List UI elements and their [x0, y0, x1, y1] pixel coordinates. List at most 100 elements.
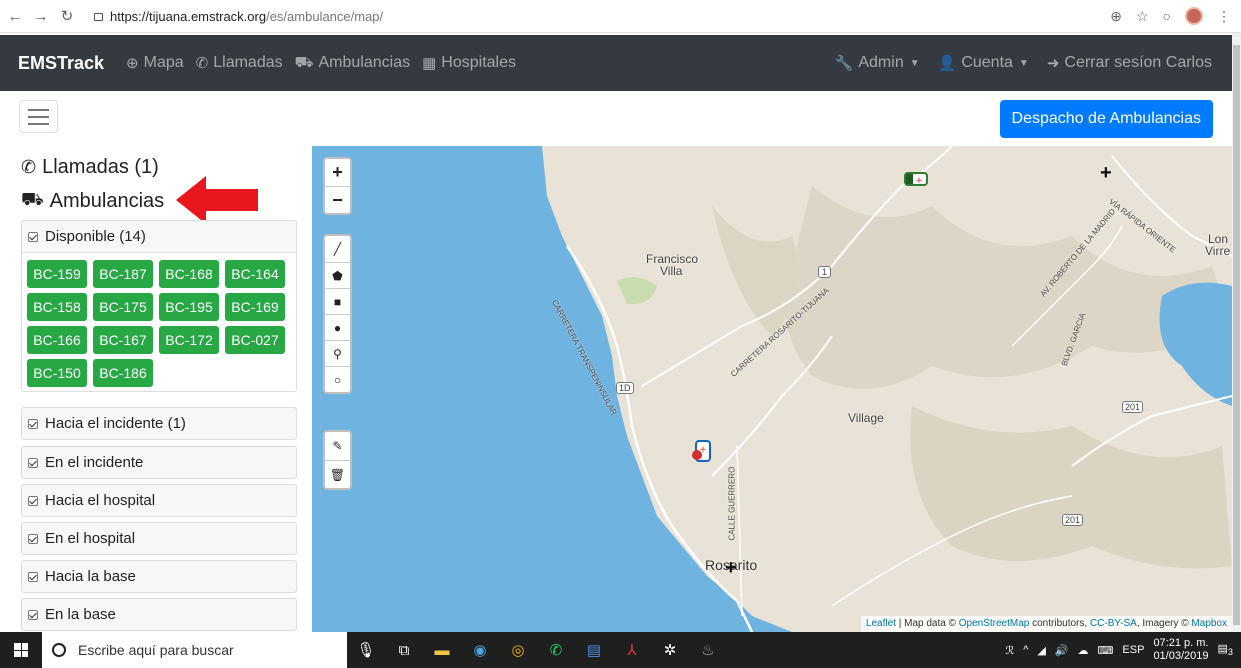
group-en-hospital: En el hospital	[21, 522, 297, 555]
hospital-marker-icon[interactable]: +	[1100, 162, 1112, 185]
ambulance-button[interactable]: BC-164	[225, 260, 285, 288]
ambulance-button[interactable]: BC-166	[27, 326, 87, 354]
osm-link[interactable]: OpenStreetMap	[959, 618, 1030, 629]
group-header[interactable]: En el incidente	[22, 447, 296, 478]
ambulance-marker-icon[interactable]: +	[904, 170, 930, 188]
dispatch-button[interactable]: Despacho de Ambulancias	[999, 100, 1213, 138]
leaflet-link[interactable]: Leaflet	[866, 618, 896, 629]
app-icon[interactable]: ◉	[461, 632, 499, 668]
page-scrollbar[interactable]	[1232, 33, 1241, 632]
ambulance-button[interactable]: BC-169	[225, 293, 285, 321]
checkbox[interactable]	[28, 495, 38, 506]
acrobat-icon[interactable]: ⅄	[613, 632, 651, 668]
draw-rectangle-icon[interactable]: ■	[325, 288, 350, 314]
calls-heading[interactable]: ✆ Llamadas (1)	[21, 156, 159, 179]
back-icon[interactable]: ←	[4, 5, 26, 27]
draw-circlemarker-icon[interactable]: ○	[325, 366, 350, 392]
group-header[interactable]: En la base	[22, 599, 296, 630]
document-icon[interactable]: ▤	[575, 632, 613, 668]
network-icon[interactable]: ◢	[1037, 644, 1045, 657]
profile-avatar[interactable]	[1185, 7, 1203, 25]
ccbysa-link[interactable]: CC-BY-SA	[1090, 618, 1137, 629]
clock[interactable]: 07:21 p. m. 01/03/2019	[1153, 637, 1208, 663]
ambulance-button[interactable]: BC-195	[159, 293, 219, 321]
map-view[interactable]: Francisco Villa Village Rosarito Lon Vir…	[312, 146, 1232, 632]
nav-llamadas[interactable]: ✆ Llamadas	[196, 54, 283, 72]
red-arrow-annotation	[176, 176, 258, 224]
draw-toolbar: ╱ ⬟ ■ ● ⚲ ○	[323, 234, 352, 394]
people-icon[interactable]: ℛ	[1005, 644, 1014, 657]
hospital-marker-icon[interactable]: +	[725, 557, 737, 580]
nav-logout[interactable]: ➜ Cerrar sesíon Carlos	[1047, 54, 1212, 72]
group-header[interactable]: Hacia el hospital	[22, 485, 296, 516]
nav-account-dropdown[interactable]: 👤 Cuenta ▼	[938, 54, 1029, 72]
group-header[interactable]: Hacia el incidente (1)	[22, 408, 296, 439]
ambulance-marker-icon[interactable]: +	[690, 439, 716, 467]
task-view-icon[interactable]: ⧉	[385, 632, 423, 668]
group-header[interactable]: En el hospital	[22, 523, 296, 554]
checkbox[interactable]	[28, 457, 38, 468]
notifications-icon[interactable]: ▤3	[1218, 642, 1234, 657]
ambulance-button[interactable]: BC-175	[93, 293, 153, 321]
nav-admin-label: Admin	[858, 54, 904, 71]
app-navbar: EMSTrack ⊕ Mapa ✆ Llamadas ⛟ Ambulancias…	[0, 35, 1232, 91]
nav-admin-dropdown[interactable]: 🔧 Admin ▼	[835, 54, 920, 72]
star-icon[interactable]: ☆	[1136, 8, 1149, 25]
nav-ambulancias[interactable]: ⛟ Ambulancias	[295, 54, 410, 73]
sign-out-icon: ➜	[1046, 55, 1060, 72]
nav-hospitales[interactable]: ▦ Hospitales	[422, 54, 516, 72]
tools-icon[interactable]: ♨	[689, 632, 727, 668]
draw-polyline-icon[interactable]: ╱	[325, 236, 350, 262]
draw-circle-icon[interactable]: ●	[325, 314, 350, 340]
globe-icon: ⊕	[126, 55, 139, 72]
ambulances-heading[interactable]: ⛟ Ambulancias	[21, 189, 164, 213]
draw-polygon-icon[interactable]: ⬟	[325, 262, 350, 288]
calls-title: Llamadas (1)	[42, 156, 159, 178]
chevron-up-icon[interactable]: ^	[1023, 644, 1028, 656]
microphone-icon[interactable]: 🎙	[347, 632, 385, 668]
extension-icon[interactable]: ○	[1163, 8, 1171, 24]
checkbox[interactable]	[28, 231, 38, 242]
ambulance-button[interactable]: BC-172	[159, 326, 219, 354]
ambulance-button[interactable]: BC-150	[27, 359, 87, 387]
language-indicator[interactable]: ESP	[1122, 644, 1144, 656]
group-header[interactable]: Disponible (14)	[22, 221, 296, 252]
checkbox[interactable]	[28, 609, 38, 620]
file-explorer-icon[interactable]: ▬	[423, 632, 461, 668]
zoom-out-button[interactable]: −	[325, 186, 350, 213]
chrome-icon[interactable]: ◎	[499, 632, 537, 668]
settings-icon[interactable]: ✲	[651, 632, 689, 668]
forward-icon[interactable]: →	[30, 5, 52, 27]
ambulance-button[interactable]: BC-168	[159, 260, 219, 288]
reload-icon[interactable]: ↻	[56, 5, 78, 27]
windows-start-button[interactable]	[0, 632, 42, 668]
ambulance-button[interactable]: BC-158	[27, 293, 87, 321]
caret-down-icon: ▼	[1018, 57, 1029, 69]
address-bar[interactable]: https://tijuana.emstrack.org/es/ambulanc…	[94, 9, 383, 24]
draw-marker-icon[interactable]: ⚲	[325, 340, 350, 366]
zoom-in-button[interactable]: +	[325, 159, 350, 186]
delete-layers-icon[interactable]: 🗑	[325, 460, 350, 488]
edit-layers-icon[interactable]: ✎	[325, 432, 350, 460]
ambulance-button[interactable]: BC-187	[93, 260, 153, 288]
group-header[interactable]: Hacia la base	[22, 561, 296, 592]
ambulance-button[interactable]: BC-027	[225, 326, 285, 354]
menu-dots-icon[interactable]: ⋮	[1217, 8, 1231, 25]
ambulance-button[interactable]: BC-159	[27, 260, 87, 288]
mapbox-link[interactable]: Mapbox	[1191, 618, 1227, 629]
volume-icon[interactable]: 🔊	[1055, 644, 1069, 657]
whatsapp-icon[interactable]: ✆	[537, 632, 575, 668]
ambulance-button[interactable]: BC-186	[93, 359, 153, 387]
checkbox[interactable]	[28, 418, 38, 429]
cloud-icon[interactable]: ☁	[1078, 644, 1089, 657]
taskbar-search[interactable]: Escribe aquí para buscar	[42, 632, 347, 668]
sidebar-toggle-button[interactable]	[19, 100, 58, 133]
ambulance-button[interactable]: BC-167	[93, 326, 153, 354]
nav-mapa[interactable]: ⊕ Mapa	[126, 54, 184, 72]
keyboard-icon[interactable]: ⌨	[1098, 644, 1114, 657]
zoom-icon[interactable]: ⊕	[1110, 8, 1122, 25]
checkbox[interactable]	[28, 533, 38, 544]
brand-link[interactable]: EMSTrack	[18, 53, 104, 74]
nav-llamadas-label: Llamadas	[213, 54, 283, 71]
checkbox[interactable]	[28, 571, 38, 582]
